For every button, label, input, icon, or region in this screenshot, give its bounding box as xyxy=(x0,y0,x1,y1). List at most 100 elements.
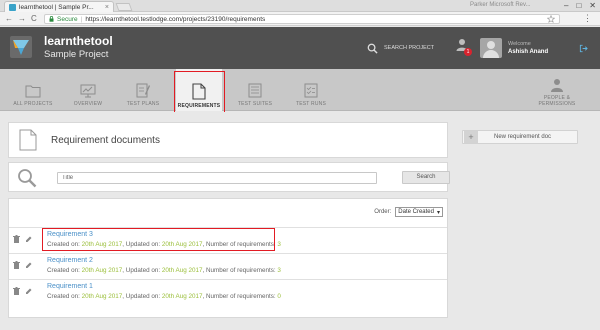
requirements-list: Order: Date Created ▾ Requirement 3 Crea… xyxy=(8,198,448,318)
url-bar[interactable]: Secure | https://learnthetool.testlodge.… xyxy=(44,14,560,24)
created-date: 20th Aug 2017 xyxy=(81,241,123,248)
nav-test-plans[interactable]: TEST PLANS xyxy=(120,73,166,109)
document-icon xyxy=(192,83,206,100)
avatar xyxy=(480,38,502,58)
browser-menu-icon[interactable]: ⋮ xyxy=(583,13,592,24)
order-label: Order: xyxy=(374,209,392,215)
folder-icon xyxy=(25,85,41,98)
count-label: , Number of requirements: xyxy=(202,267,278,274)
nav-label: ALL PROJECTS xyxy=(13,101,53,107)
created-label: Created on: xyxy=(47,267,82,274)
plus-icon: + xyxy=(464,131,478,143)
updated-date: 20th Aug 2017 xyxy=(161,241,203,248)
url-text: https://learnthetool.testlodge.com/proje… xyxy=(85,15,266,23)
nav-test-runs[interactable]: TEST RUNS xyxy=(288,73,334,109)
minimize-icon[interactable]: – xyxy=(564,1,568,10)
document-icon xyxy=(19,129,37,151)
trash-icon[interactable] xyxy=(13,261,20,269)
nav-label: TEST PLANS xyxy=(126,101,160,107)
welcome-label: Welcome xyxy=(508,41,531,47)
browser-tab-bar: learnthetool | Sample Pr... × Parker Mic… xyxy=(0,0,600,12)
nav-label: REQUIREMENTS xyxy=(177,103,221,109)
site-favicon-icon xyxy=(9,3,16,11)
list-item: Requirement 1 Created on: 20th Aug 2017,… xyxy=(9,279,447,305)
overview-icon xyxy=(80,84,96,98)
secure-label: Secure xyxy=(57,15,78,23)
project-name: Sample Project xyxy=(44,49,109,60)
chevron-down-icon: ▾ xyxy=(436,209,440,216)
count-label: , Number of requirements: xyxy=(202,293,278,300)
logout-icon[interactable] xyxy=(579,44,588,53)
window-controls: – □ ✕ xyxy=(564,1,596,10)
requirement-link[interactable]: Requirement 3 xyxy=(47,231,93,238)
test-plans-icon xyxy=(136,83,150,98)
address-bar-row: ← → C Secure | https://learnthetool.test… xyxy=(0,12,600,26)
edit-pencil-icon[interactable] xyxy=(25,235,32,243)
close-window-icon[interactable]: ✕ xyxy=(589,1,596,10)
star-icon[interactable] xyxy=(547,15,555,23)
maximize-icon[interactable]: □ xyxy=(576,1,581,10)
created-label: Created on: xyxy=(47,241,82,248)
requirement-meta: Created on: 20th Aug 2017, Updated on: 2… xyxy=(47,241,281,248)
requirement-count: 3 xyxy=(277,267,281,274)
forward-icon[interactable]: → xyxy=(18,14,26,23)
browser-tab[interactable]: learnthetool | Sample Pr... × xyxy=(4,1,114,12)
app-header: learnthetool Sample Project SEARCH PROJE… xyxy=(0,27,600,69)
test-runs-icon xyxy=(304,83,318,98)
tab-close-icon[interactable]: × xyxy=(105,4,109,11)
requirement-link[interactable]: Requirement 2 xyxy=(47,257,93,264)
main-nav: ALL PROJECTS OVERVIEW TEST PLANS REQUIRE… xyxy=(0,69,600,111)
nav-requirements[interactable]: REQUIREMENTS xyxy=(176,69,222,111)
tab-title: learnthetool | Sample Pr... xyxy=(19,3,94,11)
edit-pencil-icon[interactable] xyxy=(25,261,32,269)
requirement-count: 0 xyxy=(277,293,281,300)
notification-badge: 1 xyxy=(464,48,472,56)
order-value: Date Created xyxy=(398,209,434,215)
notifications-button[interactable]: 1 xyxy=(455,38,472,56)
row-actions xyxy=(13,287,32,295)
trash-icon[interactable] xyxy=(13,287,20,295)
main-content: Requirement documents + New requirement … xyxy=(0,112,600,330)
row-actions xyxy=(13,235,32,243)
test-suites-icon xyxy=(248,83,262,98)
updated-label: , Updated on: xyxy=(122,241,162,248)
user-name: Ashish Anand xyxy=(508,49,549,55)
nav-label: TEST RUNS xyxy=(295,101,327,107)
page-title: Requirement documents xyxy=(51,134,160,146)
search-icon xyxy=(18,169,37,188)
new-tab-button[interactable] xyxy=(115,3,133,11)
back-icon[interactable]: ← xyxy=(5,14,13,23)
window-user-label: Parker Microsoft Rev... xyxy=(470,2,531,8)
requirement-link[interactable]: Requirement 1 xyxy=(47,283,93,290)
list-item: Requirement 3 Created on: 20th Aug 2017,… xyxy=(9,227,447,253)
search-icon xyxy=(367,43,378,54)
nav-label: OVERVIEW xyxy=(73,101,103,107)
updated-label: , Updated on: xyxy=(122,267,162,274)
updated-date: 20th Aug 2017 xyxy=(161,267,203,274)
url-separator: | xyxy=(80,15,83,23)
created-label: Created on: xyxy=(47,293,82,300)
title-search-input[interactable] xyxy=(57,172,377,184)
edit-pencil-icon[interactable] xyxy=(25,287,32,295)
updated-date: 20th Aug 2017 xyxy=(161,293,203,300)
nav-test-suites[interactable]: TEST SUITES xyxy=(232,73,278,109)
people-icon xyxy=(551,79,563,92)
app-name[interactable]: learnthetool xyxy=(44,34,113,48)
nav-people-permissions[interactable]: PEOPLE & PERMISSIONS xyxy=(530,73,584,109)
nav-label: TEST SUITES xyxy=(237,101,273,107)
requirement-meta: Created on: 20th Aug 2017, Updated on: 2… xyxy=(47,267,281,274)
search-button[interactable]: Search xyxy=(402,171,450,184)
app-logo-icon[interactable] xyxy=(10,36,32,58)
updated-label: , Updated on: xyxy=(122,293,162,300)
new-requirement-doc-button[interactable]: + New requirement doc xyxy=(462,130,578,144)
order-control: Order: Date Created ▾ xyxy=(374,207,443,217)
list-item: Requirement 2 Created on: 20th Aug 2017,… xyxy=(9,253,447,279)
user-menu[interactable]: Welcome Ashish Anand xyxy=(480,35,588,61)
page-title-panel: Requirement documents xyxy=(8,122,448,158)
reload-icon[interactable]: C xyxy=(31,14,37,23)
trash-icon[interactable] xyxy=(13,235,20,243)
search-project-button[interactable]: SEARCH PROJECT xyxy=(367,35,445,61)
nav-overview[interactable]: OVERVIEW xyxy=(65,73,111,109)
order-select[interactable]: Date Created ▾ xyxy=(395,207,443,217)
nav-all-projects[interactable]: ALL PROJECTS xyxy=(10,73,56,109)
